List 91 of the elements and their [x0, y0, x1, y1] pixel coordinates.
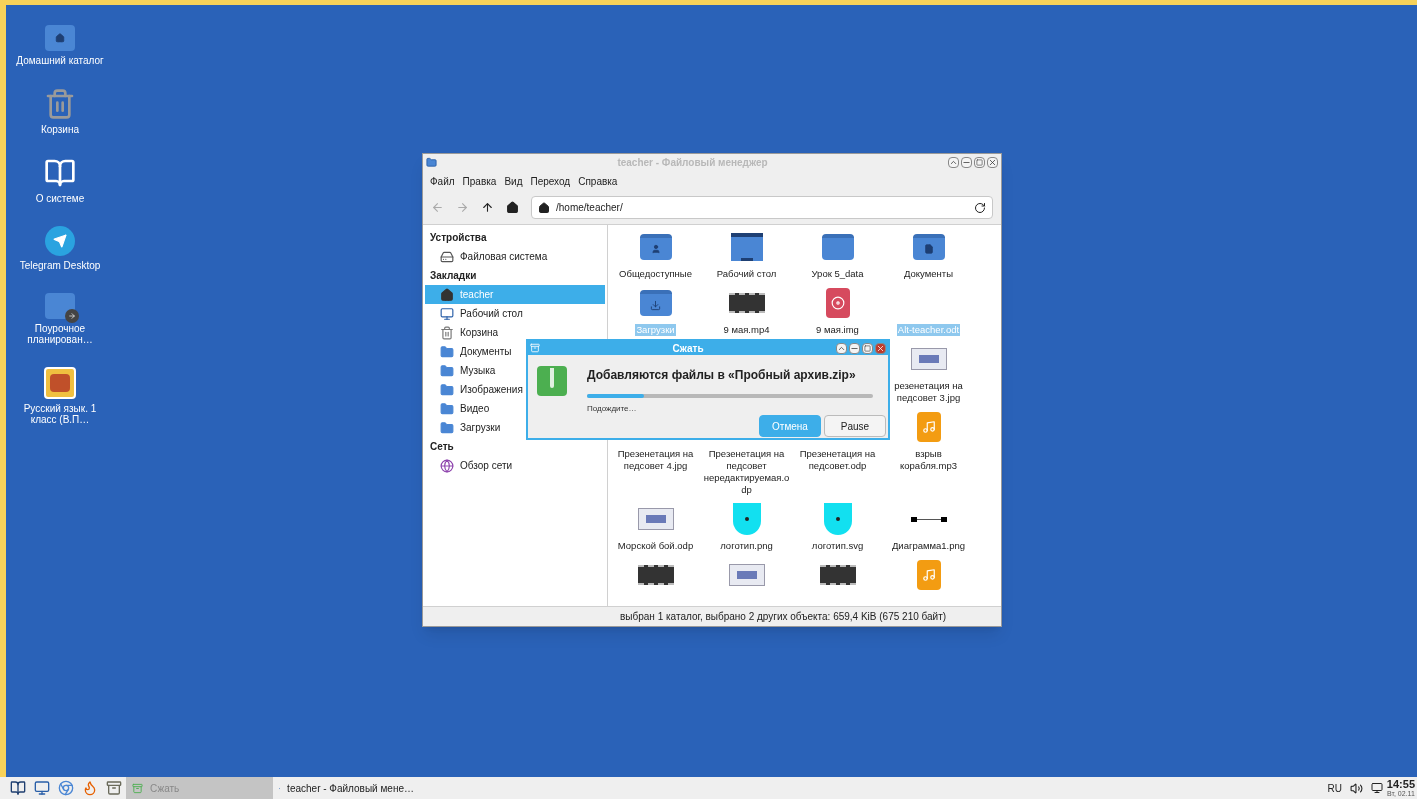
- dialog-heading: Добавляются файлы в «Пробный архив.zip»: [587, 367, 857, 384]
- browser-icon[interactable]: [82, 780, 98, 796]
- screen-icon[interactable]: [1370, 782, 1383, 794]
- status-text: выбран 1 каталог, выбрано 2 других объекта: 659,4 KiB (675 210 байт): [620, 610, 947, 624]
- volume-icon[interactable]: [1349, 781, 1363, 795]
- network-icon: [440, 458, 454, 473]
- file-name[interactable]: 9 мая.img: [815, 324, 860, 336]
- menu-item[interactable]: Справка: [575, 173, 621, 189]
- home-icon[interactable]: [506, 201, 519, 214]
- book-icon[interactable]: [10, 780, 26, 796]
- document-folder-icon: [912, 234, 945, 260]
- file-name[interactable]: Документы: [903, 268, 954, 280]
- home-icon: [440, 287, 454, 302]
- desktop-icon-label[interactable]: Русский язык. 1 класс (В.П…: [15, 403, 105, 425]
- sidebar-item[interactable]: Рабочий стол: [425, 304, 605, 323]
- keyboard-layout[interactable]: RU: [1327, 780, 1342, 796]
- sidebar-item[interactable]: Корзина: [425, 323, 605, 342]
- user-folder-icon: [639, 234, 672, 260]
- diagram-thumbnail: [910, 516, 947, 522]
- trash-icon: [440, 325, 454, 340]
- home-icon: [538, 201, 550, 214]
- slide-thumbnail: [637, 508, 674, 530]
- menu-item[interactable]: Переход: [527, 173, 574, 189]
- file-name[interactable]: Морской бой.odp: [616, 540, 695, 552]
- shield-image-icon: [823, 503, 852, 535]
- sidebar-item[interactable]: Документы: [425, 342, 605, 361]
- download-folder-icon: [639, 290, 672, 316]
- up-icon[interactable]: [481, 201, 494, 214]
- video-thumbnail: [819, 565, 856, 585]
- path-text: /home/teacher/: [556, 201, 624, 215]
- home-folder-icon: [45, 25, 75, 51]
- monitor-icon: [730, 233, 763, 261]
- maximize-icon: [976, 159, 983, 166]
- sidebar-heading: Закладки: [429, 269, 478, 283]
- sidebar-heading: Сеть: [429, 440, 455, 454]
- file-name[interactable]: 9 мая.mp4: [722, 324, 771, 336]
- browser-icon[interactable]: [58, 780, 74, 796]
- video-thumbnail: [637, 565, 674, 585]
- close-button[interactable]: [987, 157, 998, 168]
- minimize-button[interactable]: [849, 342, 860, 354]
- drive-icon: [440, 249, 454, 264]
- sidebar-item[interactable]: Файловая система: [425, 247, 605, 266]
- file-name[interactable]: Диаграмма1.png: [890, 540, 967, 552]
- maximize-button[interactable]: [974, 157, 985, 168]
- caret-up-icon: [949, 158, 958, 167]
- desktop-icon-label[interactable]: О системе: [35, 193, 85, 204]
- sidebar-heading: Устройства: [429, 231, 488, 245]
- desktop-icon-label[interactable]: Поурочное планирован…: [15, 323, 105, 345]
- menu-item[interactable]: Вид: [501, 173, 526, 189]
- trash-icon: [44, 88, 76, 120]
- disc-image-icon: [825, 288, 850, 318]
- monitor-icon[interactable]: [34, 780, 50, 796]
- minimize-button[interactable]: [961, 157, 972, 168]
- sidebar-item[interactable]: Загрузки: [425, 418, 605, 437]
- menu-item[interactable]: Файл: [427, 173, 458, 189]
- maximize-button[interactable]: [862, 342, 873, 354]
- app-icon: [44, 367, 76, 399]
- dialog-title: Сжать: [671, 341, 705, 356]
- audio-file-icon: [916, 412, 941, 442]
- maximize-icon: [864, 344, 871, 352]
- reload-icon[interactable]: [974, 201, 986, 214]
- zip-archive-icon: [537, 366, 567, 396]
- file-name[interactable]: Урок 5_data: [810, 268, 865, 280]
- close-icon: [988, 158, 997, 167]
- close-icon: [876, 343, 885, 353]
- file-name[interactable]: Общедоступные: [618, 268, 693, 280]
- menu-item[interactable]: Правка: [459, 173, 500, 189]
- desktop-icon-label[interactable]: Telegram Desktop: [19, 260, 101, 271]
- archive-icon: [132, 782, 143, 794]
- paper-plane-icon: [45, 226, 75, 256]
- raise-button[interactable]: [948, 157, 959, 168]
- close-button[interactable]: [875, 342, 886, 354]
- file-name[interactable]: Рабочий стол: [715, 268, 778, 280]
- book-icon: [44, 157, 76, 189]
- progress-status: Подождите…: [587, 403, 638, 415]
- slide-thumbnail: [910, 348, 947, 370]
- raise-button[interactable]: [836, 342, 847, 354]
- audio-file-icon: [916, 560, 941, 590]
- monitor-icon: [440, 306, 454, 321]
- path-field[interactable]: /home/teacher/: [531, 196, 993, 219]
- file-cabinet-icon[interactable]: [106, 780, 122, 796]
- slide-thumbnail: [728, 564, 765, 586]
- dialog-button[interactable]: Pause: [824, 415, 886, 437]
- desktop-icon-label[interactable]: Домашний каталог: [16, 55, 104, 66]
- file-name[interactable]: Презенетация на педсовет нередактируемая.odp: [702, 448, 791, 496]
- video-thumbnail: [728, 293, 765, 313]
- sidebar-item[interactable]: Обзор сети: [425, 456, 605, 475]
- archive-icon: [530, 343, 540, 353]
- taskbar-task[interactable]: teacher - Файловый мене…: [273, 777, 420, 799]
- shield-image-icon: [732, 503, 761, 535]
- desktop-icon-label[interactable]: Корзина: [40, 124, 80, 135]
